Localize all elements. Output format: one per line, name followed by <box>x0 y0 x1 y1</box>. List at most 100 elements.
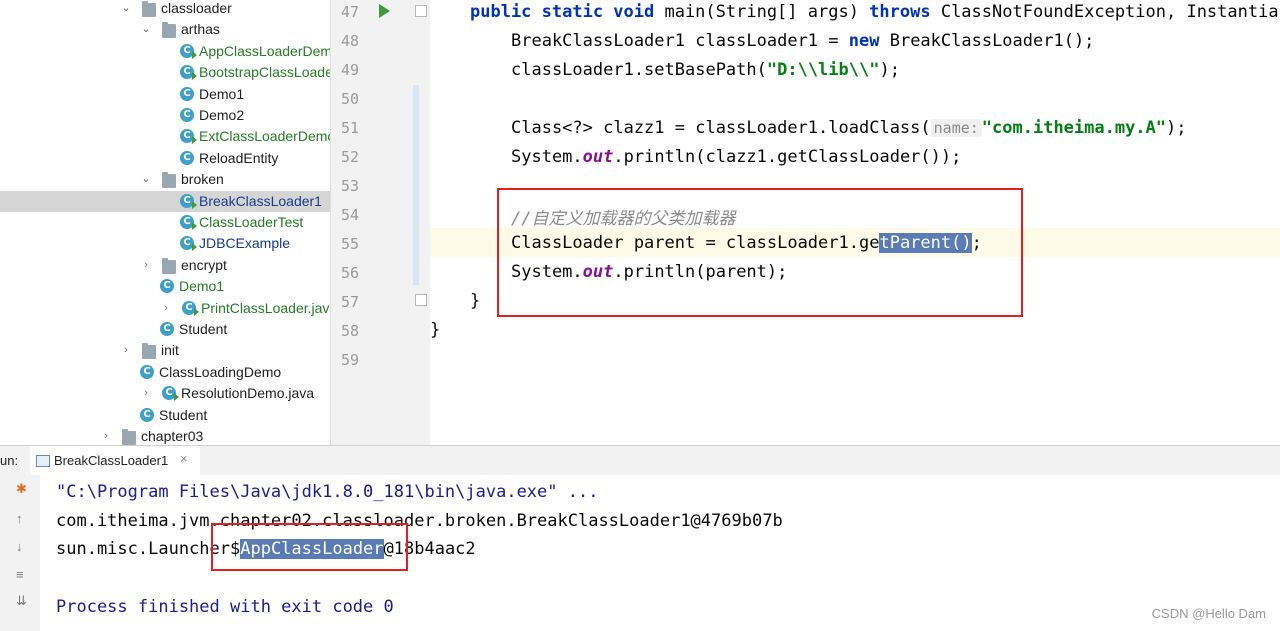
tree-item-label: AppClassLoaderDem <box>199 42 330 59</box>
tree-item[interactable]: C AppClassLoaderDem <box>0 41 330 62</box>
java-class-icon: C <box>180 86 194 101</box>
java-class-icon: C <box>180 215 197 230</box>
line-number: 54 <box>340 206 359 224</box>
tree-item-label: chapter03 <box>141 428 204 444</box>
java-class-icon: C <box>140 364 154 379</box>
tree-item-label: init <box>161 342 179 359</box>
chevron-right-icon[interactable]: › <box>100 426 112 445</box>
tree-item[interactable]: › C ResolutionDemo.java <box>0 383 330 404</box>
tree-item[interactable]: ⌄ arthas <box>0 19 330 40</box>
tree-item[interactable]: ⌄ broken <box>0 169 330 190</box>
java-class-icon: C <box>180 236 197 252</box>
tree-item-label: ClassLoadingDemo <box>159 363 282 380</box>
chevron-right-icon[interactable]: › <box>120 340 132 361</box>
run-tool-window-header: un: BreakClassLoader1 × <box>0 445 1280 476</box>
fold-toggle-icon[interactable] <box>415 5 427 17</box>
java-class-icon: C <box>180 129 197 145</box>
code-line-49: classLoader1.setBasePath("D:\\lib\\"); <box>511 60 900 80</box>
scroll-to-end-icon[interactable]: ⇊ <box>16 593 27 609</box>
soft-wrap-icon[interactable]: ≡ <box>16 567 24 582</box>
up-arrow-icon[interactable]: ↑ <box>16 511 23 526</box>
line-number: 59 <box>340 351 359 369</box>
line-number: 57 <box>340 293 359 311</box>
line-number: 55 <box>340 235 359 253</box>
chevron-right-icon[interactable]: › <box>140 255 152 276</box>
folder-icon <box>162 22 176 39</box>
tree-item-label: ClassLoaderTest <box>199 214 304 230</box>
process-finished-message: Process finished with exit code 0 <box>56 597 394 617</box>
fold-region-bar <box>413 85 419 285</box>
tree-item[interactable]: C BreakClassLoader1 <box>0 190 330 212</box>
down-arrow-icon[interactable]: ↓ <box>16 539 23 554</box>
annotation-box <box>211 523 408 571</box>
parameter-hint: name: <box>930 119 982 137</box>
watermark: CSDN @Hello Dam <box>1151 606 1266 621</box>
tree-item[interactable]: C Demo2 <box>0 105 330 126</box>
java-class-icon: C <box>180 65 197 81</box>
chevron-right-icon[interactable]: › <box>140 383 152 404</box>
line-number: 47 <box>340 3 359 21</box>
tree-item-label: Student <box>179 321 228 337</box>
tree-item[interactable]: C ClassLoaderTest <box>0 212 330 233</box>
tree-item[interactable]: ⌄ classloader <box>0 0 330 19</box>
java-class-icon: C <box>180 150 194 165</box>
line-number: 52 <box>340 148 359 166</box>
tree-item-label: Demo2 <box>199 107 245 123</box>
java-class-icon: C <box>160 322 174 336</box>
folder-icon <box>142 1 156 17</box>
fold-toggle-icon[interactable] <box>415 294 427 306</box>
line-number: 53 <box>340 177 359 195</box>
tree-item-label: ResolutionDemo.java <box>181 385 315 402</box>
editor-gutter: 47 48 49 50 51 52 53 54 55 56 57 58 59 <box>330 0 451 445</box>
java-class-icon: C <box>180 108 194 122</box>
tree-item-label: classloader <box>161 0 232 16</box>
tree-item[interactable]: C JDBCExample <box>0 233 330 254</box>
line-number: 48 <box>340 32 359 50</box>
line-number: 58 <box>340 322 359 340</box>
code-editor[interactable]: public static void main(String[] args) t… <box>430 0 1280 445</box>
tree-item-label: broken <box>181 171 224 188</box>
line-number: 49 <box>340 61 359 79</box>
chevron-down-icon[interactable]: ⌄ <box>120 0 132 19</box>
close-icon[interactable]: × <box>180 451 188 466</box>
java-class-icon: C <box>182 300 199 316</box>
console-command-line: "C:\Program Files\Java\jdk1.8.0_181\bin\… <box>56 482 599 502</box>
tree-item[interactable]: C ReloadEntity <box>0 148 330 169</box>
code-line-52: System.out.println(clazz1.getClassLoader… <box>511 147 962 167</box>
tree-item[interactable]: C Student <box>0 405 330 426</box>
tree-item[interactable]: › C PrintClassLoader.java <box>0 298 330 319</box>
chevron-down-icon[interactable]: ⌄ <box>140 19 152 40</box>
run-label: un: <box>0 453 19 468</box>
java-class-icon: C <box>162 386 179 402</box>
line-number: 51 <box>340 119 359 137</box>
tree-item[interactable]: C ExtClassLoaderDemo <box>0 126 330 147</box>
folder-icon <box>162 172 176 189</box>
tree-item-label: BootstrapClassLoade <box>199 64 330 81</box>
rerun-icon[interactable]: ✱ <box>16 481 27 497</box>
code-line-47: public static void main(String[] args) t… <box>470 2 1279 22</box>
tree-item[interactable]: › encrypt <box>0 255 330 276</box>
java-class-icon: C <box>160 279 174 294</box>
tree-item[interactable]: C Demo1 <box>0 276 330 297</box>
console-output[interactable]: "C:\Program Files\Java\jdk1.8.0_181\bin\… <box>40 475 1280 631</box>
code-line-58: } <box>430 320 441 340</box>
java-class-icon: C <box>180 43 197 59</box>
chevron-right-icon[interactable]: › <box>160 298 172 319</box>
tree-item[interactable]: C ClassLoadingDemo <box>0 362 330 383</box>
tree-item-label: PrintClassLoader.java <box>201 299 330 316</box>
tree-item[interactable]: C BootstrapClassLoade <box>0 62 330 83</box>
chevron-down-icon[interactable]: ⌄ <box>140 169 152 190</box>
tree-item[interactable]: › chapter03 <box>0 426 330 445</box>
tree-item-label: ReloadEntity <box>199 149 279 166</box>
run-gutter-icon[interactable] <box>379 4 390 18</box>
run-toolbar: ✱ ↑ ↓ ≡ ⇊ <box>0 475 40 631</box>
tree-item[interactable]: C Student <box>0 319 330 340</box>
tree-item[interactable]: › init <box>0 340 330 361</box>
tree-item[interactable]: C Demo1 <box>0 84 330 105</box>
tree-item-label: ExtClassLoaderDemo <box>199 128 330 145</box>
tree-item-label: Demo1 <box>179 278 225 295</box>
tree-item-label: arthas <box>181 21 220 38</box>
run-tab-breakclassloader1[interactable]: BreakClassLoader1 × <box>30 446 200 476</box>
console-output-line: com.itheima.jvm.chapter02.classloader.br… <box>56 511 783 531</box>
code-line-57: } <box>470 291 481 311</box>
